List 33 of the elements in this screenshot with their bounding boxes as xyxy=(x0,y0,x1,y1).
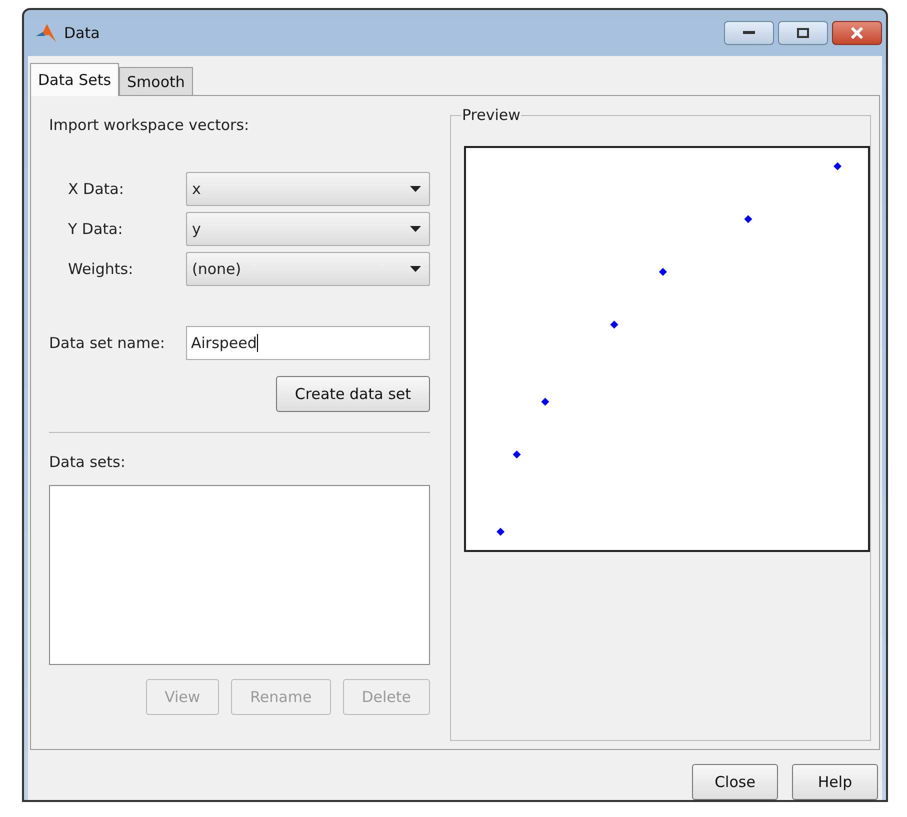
tab[interactable]: Smooth xyxy=(119,67,193,95)
caret-icon xyxy=(410,226,421,232)
create-button[interactable]: Create data set xyxy=(276,376,430,412)
data-point xyxy=(658,268,667,276)
data-point xyxy=(541,398,550,406)
section-label: Import workspace vectors: xyxy=(49,116,250,134)
data-point xyxy=(834,162,842,170)
field-label: Data set name: xyxy=(49,334,166,352)
data-point xyxy=(610,320,618,329)
maximize-icon xyxy=(797,28,809,38)
field-label: Weights: xyxy=(67,260,134,278)
window-title: Data xyxy=(64,24,100,42)
minimize-icon xyxy=(743,31,755,35)
close-button[interactable] xyxy=(832,21,882,45)
dialog-button[interactable]: Help xyxy=(792,764,878,800)
field-label: X Data: xyxy=(67,180,125,198)
caret-icon xyxy=(410,186,421,192)
data-point xyxy=(496,528,505,536)
dropdown[interactable]: x xyxy=(186,172,430,206)
input-field[interactable]: Airspeed xyxy=(186,326,430,360)
tab[interactable]: Data Sets xyxy=(30,63,120,96)
dialog-button[interactable]: Close xyxy=(692,764,778,800)
maximize-button[interactable] xyxy=(778,21,828,45)
section-label: Data sets: xyxy=(49,453,126,471)
dropdown[interactable]: (none) xyxy=(186,252,430,286)
peak-logo-icon xyxy=(36,24,56,42)
data-point xyxy=(744,215,752,224)
data-point xyxy=(512,450,521,459)
caret-icon xyxy=(410,266,421,272)
dropdown[interactable]: y xyxy=(186,212,430,246)
field-label: Y Data: xyxy=(67,220,124,238)
close-icon xyxy=(850,27,864,39)
minimize-button[interactable] xyxy=(724,21,774,45)
